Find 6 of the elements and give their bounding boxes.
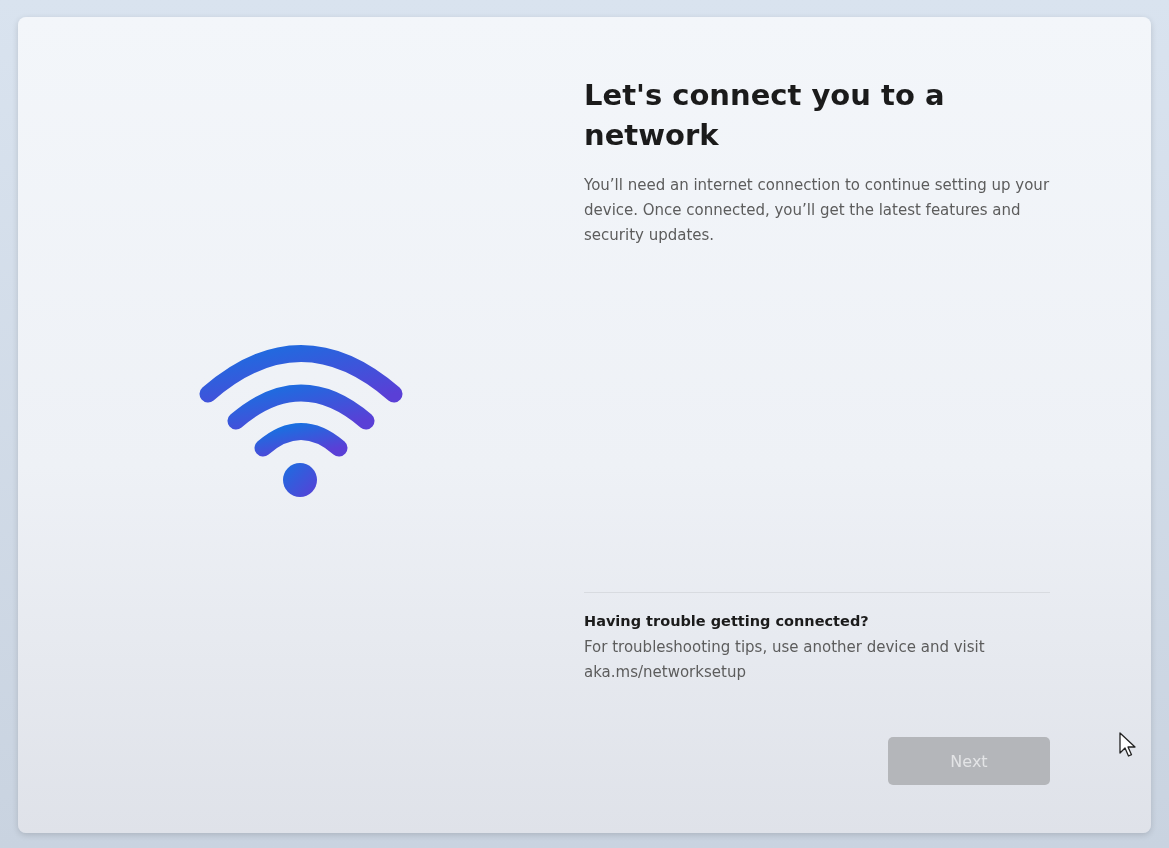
- help-text: For troubleshooting tips, use another device and visit aka.ms/networksetup: [584, 637, 986, 683]
- cursor-icon: [1119, 732, 1137, 758]
- wifi-icon: [198, 343, 404, 497]
- page-title: Let's connect you to a network: [584, 77, 946, 154]
- help-heading: Having trouble getting connected?: [584, 612, 870, 631]
- description-text: You’ll need an internet connection to continue setting up your device. Once connected, you’ll get the latest features and security updates.: [584, 175, 1050, 246]
